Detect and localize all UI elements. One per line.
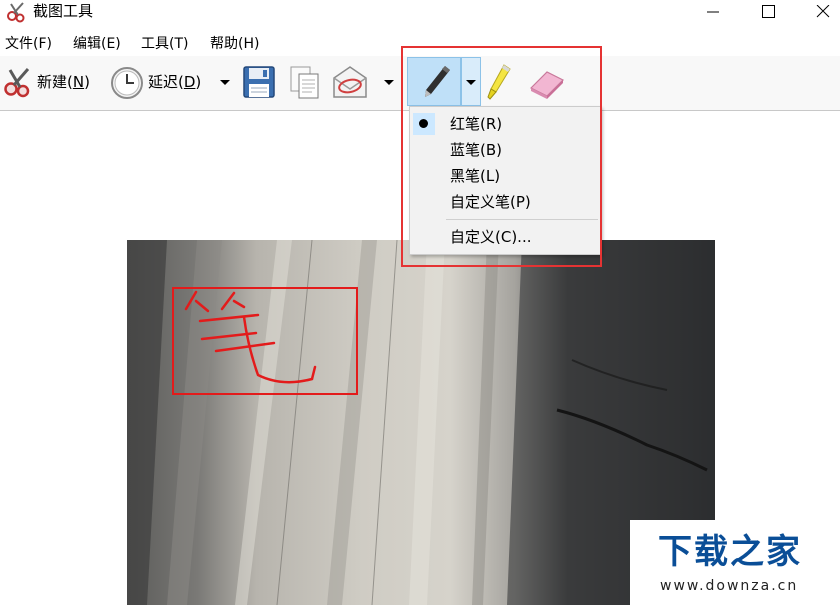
maximize-button[interactable] bbox=[745, 0, 791, 24]
title-bar: 截图工具 bbox=[0, 0, 840, 28]
save-button[interactable] bbox=[242, 65, 276, 99]
scissors-icon bbox=[2, 66, 34, 102]
clock-icon bbox=[109, 65, 145, 105]
highlight-box bbox=[401, 46, 602, 267]
new-mnemonic: N bbox=[72, 73, 85, 91]
watermark-title: 下载之家 bbox=[658, 532, 802, 572]
send-snip-button[interactable] bbox=[331, 64, 369, 100]
watermark-url: www.downza.cn bbox=[660, 578, 799, 594]
delay-mnemonic: D bbox=[183, 73, 196, 91]
menu-edit[interactable]: 编辑(E) bbox=[73, 35, 121, 53]
delay-dropdown-arrow[interactable] bbox=[218, 74, 232, 90]
minimize-button[interactable] bbox=[690, 0, 736, 24]
delay-label-end: ) bbox=[195, 73, 202, 91]
pen-stroke-drawing bbox=[184, 290, 317, 384]
chevron-down-icon bbox=[384, 80, 394, 85]
watermark: 下载之家 www.downza.cn bbox=[630, 520, 840, 605]
scissors-icon bbox=[6, 1, 28, 23]
menu-file[interactable]: 文件(F) bbox=[5, 35, 52, 53]
copy-button[interactable] bbox=[288, 64, 322, 100]
floppy-disk-icon bbox=[243, 66, 275, 98]
menu-help[interactable]: 帮助(H) bbox=[210, 35, 259, 53]
copy-icon bbox=[290, 66, 319, 99]
delay-button[interactable]: 延迟(D) bbox=[105, 62, 215, 104]
menu-tools[interactable]: 工具(T) bbox=[141, 35, 188, 53]
envelope-icon bbox=[333, 66, 367, 98]
maximize-icon bbox=[762, 5, 775, 18]
new-label: 新建( bbox=[37, 73, 73, 91]
chevron-down-icon bbox=[220, 80, 230, 85]
window-title: 截图工具 bbox=[33, 2, 94, 20]
delay-label: 延迟( bbox=[148, 73, 184, 91]
new-snip-button[interactable]: 新建(N) bbox=[0, 62, 98, 104]
close-icon bbox=[816, 5, 830, 18]
minimize-icon bbox=[707, 11, 719, 13]
new-label-end: ) bbox=[84, 73, 90, 91]
send-dropdown-arrow[interactable] bbox=[382, 74, 396, 90]
close-button[interactable] bbox=[800, 0, 840, 24]
